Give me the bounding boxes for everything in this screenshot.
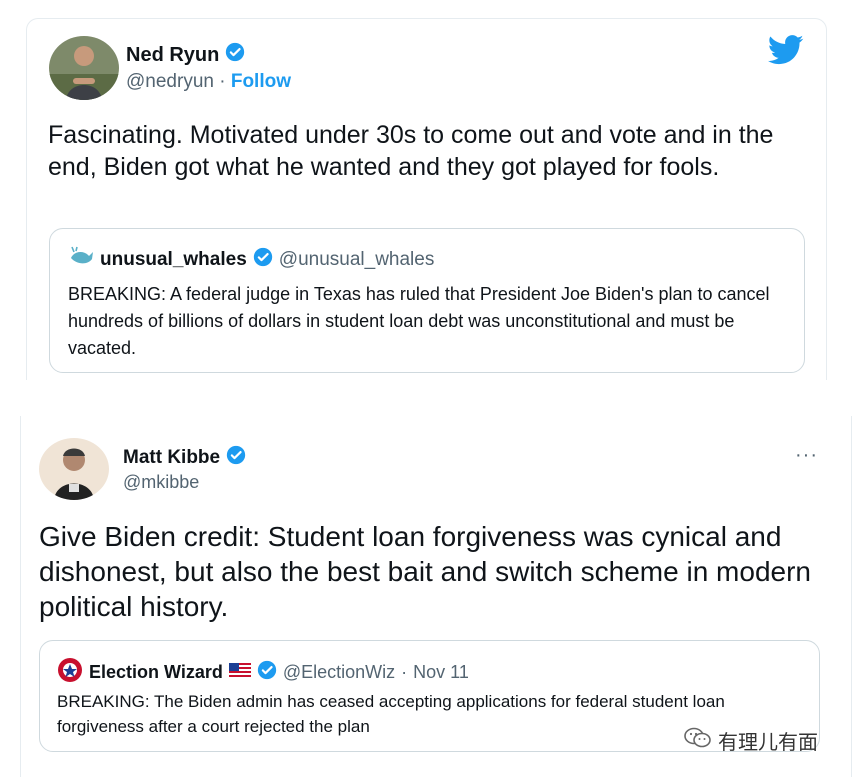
follow-button[interactable]: Follow	[231, 71, 291, 92]
quoted-author-name[interactable]: unusual_whales	[100, 249, 247, 271]
watermark-text: 有理儿有面	[718, 732, 818, 754]
quoted-author-handle[interactable]: @unusual_whales	[279, 249, 435, 271]
tweet-card-matt-kibbe: Matt Kibbe @mkibbe ··· Give Biden credit…	[20, 416, 852, 777]
whale-logo-icon	[68, 246, 94, 274]
quoted-tweet[interactable]: unusual_whales @unusual_whales BREAKING:…	[49, 228, 805, 373]
quoted-author-handle[interactable]: @ElectionWiz	[283, 662, 395, 683]
author-row: Ned Ryun	[126, 42, 245, 68]
twitter-bird-icon[interactable]	[767, 35, 804, 70]
author-handle[interactable]: @mkibbe	[123, 472, 199, 493]
separator-dot: ·	[213, 71, 231, 92]
avatar-ned-ryun[interactable]	[49, 36, 119, 100]
separator-dot: ·	[401, 662, 408, 682]
watermark: 有理儿有面	[684, 726, 818, 755]
avatar-matt-kibbe[interactable]	[39, 438, 109, 500]
handle-row: @nedryun · Follow	[126, 71, 291, 93]
verified-badge-icon	[253, 247, 273, 273]
verified-badge-icon	[226, 445, 246, 471]
quoted-tweet-header: unusual_whales @unusual_whales	[68, 246, 434, 274]
quoted-tweet-body: BREAKING: A federal judge in Texas has r…	[68, 284, 770, 358]
tweet-body: Fascinating. Motivated under 30s to come…	[48, 121, 774, 181]
wechat-logo-icon	[684, 727, 712, 755]
author-row: Matt Kibbe	[123, 445, 246, 471]
author-name[interactable]: Ned Ryun	[126, 44, 219, 67]
us-flag-icon	[228, 662, 251, 683]
quoted-tweet-header: Election Wizard @ElectionWiz · Nov 11	[57, 657, 469, 688]
quoted-tweet-date[interactable]: Nov 11	[413, 662, 469, 683]
tweet-body: Give Biden credit: Student loan forgiven…	[39, 521, 811, 622]
election-wizard-logo-icon	[57, 657, 83, 688]
verified-badge-icon	[257, 660, 277, 685]
tweet-card-ned-ryun: Ned Ryun @nedryun · Follow Fascinating. …	[26, 18, 827, 380]
author-name[interactable]: Matt Kibbe	[123, 447, 220, 469]
verified-badge-icon	[225, 42, 245, 68]
author-handle[interactable]: @nedryun	[126, 71, 214, 92]
more-options-icon[interactable]: ···	[795, 444, 818, 467]
quoted-author-name[interactable]: Election Wizard	[89, 662, 223, 683]
